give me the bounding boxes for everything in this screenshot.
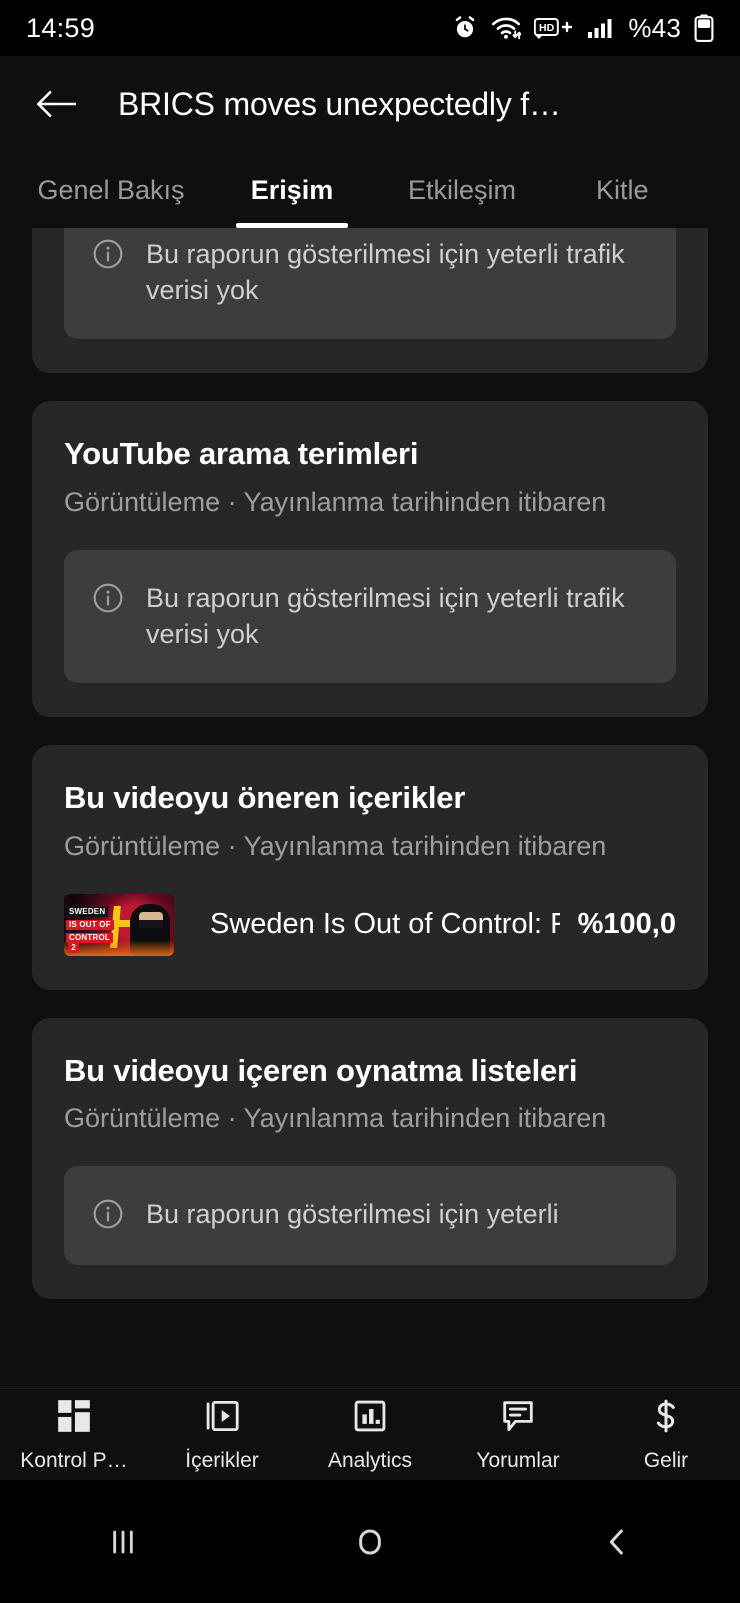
info-circle-icon (92, 238, 124, 275)
nav-item-contents[interactable]: İçerikler (148, 1397, 296, 1473)
nav-item-label: Yorumlar (476, 1449, 560, 1472)
tab-kitle[interactable]: Kitle (562, 152, 683, 228)
thumbnail-text-line-2: IS OUT OF (66, 919, 114, 931)
status-time: 14:59 (26, 12, 96, 43)
phone-screen: 14:59 HD %43 BRICS moves unexpectedly f…… (0, 0, 740, 1603)
video-play-icon (203, 1397, 241, 1440)
info-circle-icon (92, 1198, 124, 1235)
back-arrow-icon[interactable] (34, 82, 78, 126)
back-chevron-icon[interactable] (493, 1522, 740, 1562)
svg-text:HD: HD (539, 22, 555, 34)
card-subtitle: Görüntüleme · Yayınlanma tarihinden itib… (64, 830, 607, 861)
android-system-nav (0, 1480, 740, 1603)
thumbnail-text-line-1: SWEDEN (66, 906, 109, 918)
card-subtitle: Görüntüleme · Yayınlanma tarihinden itib… (64, 486, 607, 517)
tab-genel-bakis[interactable]: Genel Bakış (0, 152, 222, 228)
dollar-sign-icon (647, 1397, 685, 1440)
card-subtitle: Görüntüleme · Yayınlanma tarihinden itib… (64, 1103, 607, 1134)
status-bar: 14:59 HD %43 (0, 0, 740, 56)
card-title: Bu videoyu içeren oynatma listeleri (64, 1052, 578, 1088)
nav-item-label: Kontrol P… (20, 1449, 128, 1472)
nav-item-revenue[interactable]: Gelir (592, 1397, 740, 1473)
bar-chart-icon (351, 1397, 389, 1440)
battery-percent-label: %43 (628, 12, 681, 43)
no-data-notice: Bu raporun gösterilmesi için yeterli tra… (64, 549, 676, 684)
nav-item-comments[interactable]: Yorumlar (444, 1397, 592, 1473)
tab-label: Genel Bakış (37, 174, 185, 205)
nav-item-dashboard[interactable]: Kontrol P… (0, 1397, 148, 1473)
page-title: BRICS moves unexpectedly f… (118, 85, 561, 122)
list-item-percentage: %100,0 (577, 908, 676, 941)
dashboard-grid-icon (55, 1397, 93, 1440)
card-suggesting-content[interactable]: Bu videoyu öneren içerikler Görüntüleme … (32, 745, 708, 990)
tab-etkilesim[interactable]: Etkileşim (362, 152, 562, 228)
card-title: Bu videoyu öneren içerikler (64, 780, 466, 816)
list-item-title: Sweden Is Out of Control: F… (210, 908, 560, 941)
nav-item-label: Analytics (327, 1449, 413, 1472)
tab-erisim[interactable]: Erişim (222, 152, 362, 228)
notice-text: Bu raporun gösterilmesi için yeterli (146, 1199, 559, 1230)
card-clipped-top[interactable]: Görüntüleme · Yayınlanma tarihinden itib… (32, 228, 708, 374)
notice-text: Bu raporun gösterilmesi için yeterli tra… (146, 582, 625, 650)
thumbnail-badge: 2 (68, 941, 79, 953)
status-icons: HD %43 (452, 13, 714, 44)
battery-icon (694, 14, 714, 42)
hd-plus-icon: HD (534, 16, 574, 40)
tab-label: Erişim (250, 174, 334, 205)
nav-item-label: İçerikler (185, 1449, 259, 1472)
analytics-scroll-area[interactable]: Görüntüleme · Yayınlanma tarihinden itib… (0, 228, 740, 1388)
tab-label: Kitle (596, 174, 649, 205)
notice-text: Bu raporun gösterilmesi için yeterli tra… (146, 238, 625, 306)
app-bar: BRICS moves unexpectedly f… (0, 56, 740, 152)
alarm-icon (452, 15, 478, 41)
no-data-notice: Bu raporun gösterilmesi için yeterli tra… (64, 228, 676, 340)
home-circle-icon[interactable] (247, 1522, 494, 1562)
comment-bubble-icon (499, 1397, 537, 1440)
info-circle-icon (92, 582, 124, 619)
bottom-navigation: Kontrol P… İçerikler Analytics Yorumlar … (0, 1388, 740, 1480)
nav-item-label: Gelir (643, 1449, 689, 1472)
wifi-icon (491, 15, 522, 41)
card-youtube-search-terms[interactable]: YouTube arama terimleri Görüntüleme · Ya… (32, 401, 708, 718)
tab-bar: Genel Bakış Erişim Etkileşim Kitle (0, 152, 740, 228)
tab-label: Etkileşim (407, 174, 516, 205)
signal-bars-icon (587, 16, 615, 40)
card-playlists[interactable]: Bu videoyu içeren oynatma listeleri Görü… (32, 1017, 708, 1300)
cards-container: Görüntüleme · Yayınlanma tarihinden itib… (0, 228, 740, 1327)
list-item[interactable]: SWEDEN IS OUT OF CONTROL 2 Sweden Is Out… (64, 893, 676, 956)
thumbnail-mask (139, 919, 163, 928)
no-data-notice: Bu raporun gösterilmesi için yeterli (64, 1166, 676, 1266)
video-thumbnail[interactable]: SWEDEN IS OUT OF CONTROL 2 (64, 893, 174, 956)
nav-item-analytics[interactable]: Analytics (296, 1397, 444, 1473)
card-title: YouTube arama terimleri (64, 436, 419, 472)
recents-icon[interactable] (0, 1522, 247, 1562)
